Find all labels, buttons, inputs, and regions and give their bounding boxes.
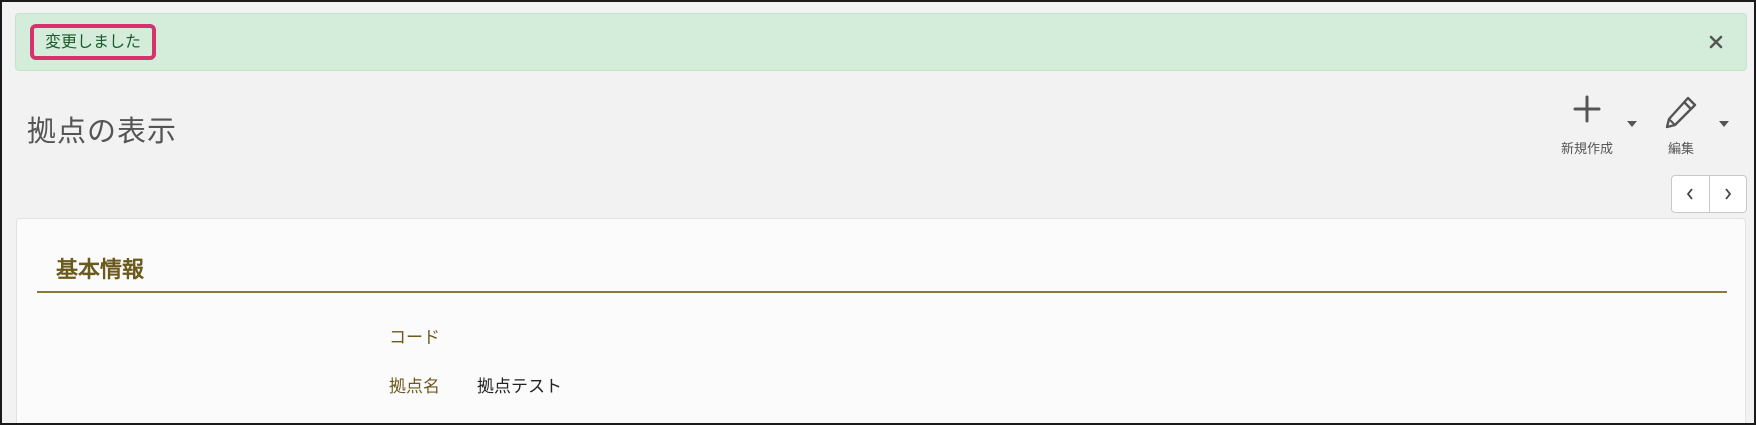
record-pager (1671, 175, 1747, 213)
alert-message: 変更しました (30, 24, 157, 60)
field-value-site-name: 拠点テスト (477, 377, 562, 397)
success-alert: 変更しました (15, 13, 1747, 71)
app-frame: 変更しました 拠点の表示 新規作成 編集 基本情報 コード 拠点名 拠点テスト (0, 0, 1756, 425)
next-record-button[interactable] (1708, 176, 1747, 212)
page-title: 拠点の表示 (27, 114, 178, 148)
new-dropdown-caret-icon[interactable] (1626, 120, 1638, 128)
plus-icon (1573, 95, 1601, 123)
field-label-site-name: 拠点名 (389, 377, 440, 397)
new-button-label: 新規作成 (1560, 142, 1613, 157)
pencil-icon (1665, 96, 1697, 129)
section-title: 基本情報 (56, 258, 145, 283)
alert-close-button[interactable] (1702, 28, 1730, 56)
detail-card: 基本情報 コード 拠点名 拠点テスト (16, 218, 1746, 423)
edit-dropdown-caret-icon[interactable] (1718, 120, 1730, 128)
chevron-left-icon (1687, 188, 1693, 200)
edit-button[interactable]: 編集 (1663, 94, 1749, 160)
previous-record-button[interactable] (1672, 176, 1709, 212)
edit-button-label: 編集 (1667, 142, 1694, 157)
chevron-right-icon (1725, 188, 1731, 200)
close-icon (1709, 35, 1723, 49)
new-button[interactable]: 新規作成 (1557, 94, 1643, 160)
section-divider (37, 291, 1727, 293)
field-label-code: コード (389, 328, 440, 348)
